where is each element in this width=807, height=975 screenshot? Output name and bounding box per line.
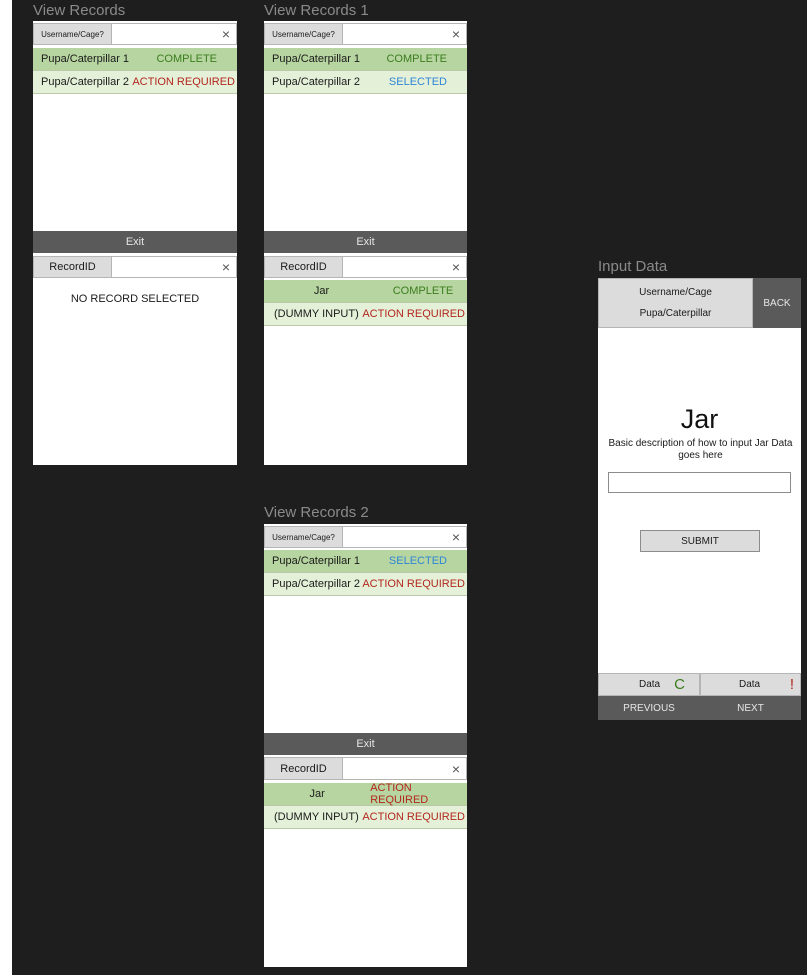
username-search-bar: Username/Cage? ×	[264, 526, 467, 548]
exit-button[interactable]: Exit	[264, 733, 467, 755]
record-name: Pupa/Caterpillar 2	[41, 76, 130, 88]
record-row[interactable]: Pupa/Caterpillar 1 COMPLETE	[33, 48, 237, 71]
username-search-label: Username/Cage?	[265, 527, 343, 547]
tab-data-action[interactable]: Data !	[700, 673, 801, 696]
recordid-search-input[interactable]: ×	[112, 257, 236, 277]
frame-title-view-records: View Records	[33, 2, 126, 19]
recordid-search-input[interactable]: ×	[343, 257, 466, 277]
detail-status: ACTION REQUIRED	[362, 308, 465, 320]
record-row[interactable]: Pupa/Caterpillar 1 SELECTED	[264, 550, 467, 573]
recordid-search-bar: RecordID ×	[264, 757, 467, 780]
recordid-search-bar: RecordID ×	[33, 256, 237, 278]
detail-status: ACTION REQUIRED	[370, 782, 429, 806]
record-row[interactable]: Pupa/Caterpillar 2 ACTION REQUIRED	[33, 71, 237, 94]
record-status: SELECTED	[388, 555, 447, 567]
frame-title-view-records-2: View Records 2	[264, 504, 369, 521]
frame-title-view-records-1: View Records 1	[264, 2, 369, 19]
detail-row[interactable]: (DUMMY INPUT) ACTION REQUIRED	[264, 806, 467, 829]
username-search-bar: Username/Cage? ×	[33, 23, 237, 45]
exit-button[interactable]: Exit	[33, 231, 237, 253]
record-status: ACTION REQUIRED	[362, 578, 465, 590]
recordid-search-label: RecordID	[265, 257, 343, 277]
username-search-label: Username/Cage?	[34, 24, 112, 44]
input-heading: Jar	[680, 404, 719, 434]
frame-view-records-2: Username/Cage? × Pupa/Caterpillar 1 SELE…	[264, 524, 467, 967]
detail-row[interactable]: Jar COMPLETE	[264, 280, 467, 303]
username-search-label: Username/Cage?	[265, 24, 343, 44]
back-button[interactable]: BACK	[753, 278, 801, 328]
close-icon[interactable]: ×	[222, 260, 230, 274]
username-search-input[interactable]: ×	[343, 527, 466, 547]
record-name: Pupa/Caterpillar 2	[272, 76, 361, 88]
record-row[interactable]: Pupa/Caterpillar 2 SELECTED	[264, 71, 467, 94]
username-search-bar: Username/Cage? ×	[264, 23, 467, 45]
username-search-input[interactable]: ×	[343, 24, 466, 44]
record-name: Pupa/Caterpillar 2	[272, 578, 361, 590]
close-icon[interactable]: ×	[222, 27, 230, 41]
frame-view-records-1: Username/Cage? × Pupa/Caterpillar 1 COMP…	[264, 21, 467, 465]
record-status: ACTION REQUIRED	[132, 76, 235, 88]
input-description: Basic description of how to input Jar Da…	[608, 438, 793, 461]
frame-view-records: Username/Cage? × Pupa/Caterpillar 1 COMP…	[33, 21, 237, 465]
detail-name: Jar	[309, 788, 325, 800]
header-username-cage: Username/Cage	[639, 287, 712, 298]
submit-button[interactable]: SUBMIT	[640, 530, 760, 552]
detail-name: (DUMMY INPUT)	[274, 308, 359, 320]
record-name: Pupa/Caterpillar 1	[272, 53, 361, 65]
record-name: Pupa/Caterpillar 1	[41, 53, 130, 65]
record-status: COMPLETE	[386, 53, 447, 65]
detail-name: (DUMMY INPUT)	[274, 811, 359, 823]
input-header: Username/Cage Pupa/Caterpillar	[598, 278, 753, 328]
tab-label: Data	[639, 679, 661, 690]
complete-indicator-icon: C	[674, 676, 685, 693]
record-status: SELECTED	[388, 76, 447, 88]
next-button[interactable]: NEXT	[700, 696, 801, 720]
tab-label: Data	[739, 679, 761, 690]
frame-title-input-data: Input Data	[598, 258, 668, 275]
previous-button[interactable]: PREVIOUS	[598, 696, 700, 720]
detail-row[interactable]: (DUMMY INPUT) ACTION REQUIRED	[264, 303, 467, 326]
jar-data-input[interactable]	[608, 472, 791, 493]
record-status: COMPLETE	[156, 53, 217, 65]
recordid-search-label: RecordID	[265, 758, 343, 779]
close-icon[interactable]: ×	[452, 260, 460, 274]
record-row[interactable]: Pupa/Caterpillar 1 COMPLETE	[264, 48, 467, 71]
detail-row[interactable]: Jar ACTION REQUIRED	[264, 782, 467, 806]
close-icon[interactable]: ×	[452, 530, 460, 544]
tab-data-complete[interactable]: Data C	[598, 673, 700, 696]
warning-indicator-icon: !	[789, 676, 794, 693]
close-icon[interactable]: ×	[452, 762, 460, 776]
frame-input-data: Username/Cage Pupa/Caterpillar BACK Jar …	[598, 278, 801, 720]
detail-status: ACTION REQUIRED	[362, 811, 465, 823]
record-name: Pupa/Caterpillar 1	[272, 555, 361, 567]
recordid-search-bar: RecordID ×	[264, 256, 467, 278]
design-canvas: View Records Username/Cage? × Pupa/Cater…	[12, 0, 807, 975]
record-row[interactable]: Pupa/Caterpillar 2 ACTION REQUIRED	[264, 573, 467, 596]
exit-button[interactable]: Exit	[264, 231, 467, 253]
close-icon[interactable]: ×	[452, 27, 460, 41]
recordid-search-label: RecordID	[34, 257, 112, 277]
detail-name: Jar	[313, 285, 330, 297]
empty-state-message: NO RECORD SELECTED	[70, 293, 200, 305]
recordid-search-input[interactable]: ×	[343, 758, 466, 779]
detail-status: COMPLETE	[392, 285, 454, 297]
username-search-input[interactable]: ×	[112, 24, 236, 44]
header-pupa-caterpillar: Pupa/Caterpillar	[639, 308, 712, 319]
